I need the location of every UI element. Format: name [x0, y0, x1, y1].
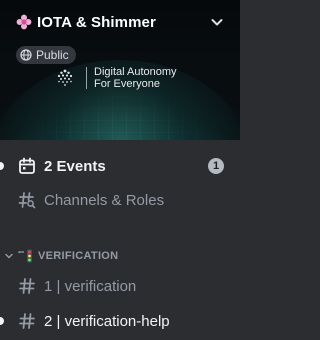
server-banner[interactable]: IOTA & Shimmer Public Digital Autonomy F… [0, 0, 240, 140]
tagline-line-1: Digital Autonomy [94, 66, 177, 78]
server-name: IOTA & Shimmer [37, 13, 156, 31]
events-label: 2 Events [44, 157, 106, 175]
channel-verification[interactable]: 1 | verification [8, 270, 232, 302]
globe-icon [20, 49, 32, 61]
iota-logo-icon [57, 69, 73, 86]
server-header[interactable]: IOTA & Shimmer [0, 0, 240, 44]
category-verification[interactable]: VERIFICATION [4, 244, 234, 268]
tagline-line-2: For Everyone [94, 78, 161, 90]
tagline-divider [86, 67, 87, 89]
channel-label: 1 | verification [44, 277, 137, 295]
calendar-icon [19, 157, 35, 174]
category-label: VERIFICATION [38, 250, 119, 262]
hash-icon [19, 278, 35, 294]
hash-icon [19, 313, 35, 329]
unread-indicator [0, 317, 4, 325]
public-label: Public [36, 48, 69, 62]
chevron-down-icon[interactable] [210, 15, 224, 29]
server-flower-icon [16, 14, 32, 30]
public-badge[interactable]: Public [16, 46, 76, 64]
traffic-light-emoji-icon [18, 249, 32, 263]
unread-indicator [0, 162, 4, 170]
banner-tagline: Digital Autonomy For Everyone [94, 66, 177, 90]
channel-label: 2 | verification-help [44, 312, 170, 330]
events-item[interactable]: 2 Events 1 [0, 150, 232, 182]
channel-verification-help[interactable]: 2 | verification-help [0, 305, 232, 337]
chevron-down-icon [5, 253, 13, 259]
events-count-badge: 1 [208, 158, 224, 174]
channels-roles-label: Channels & Roles [44, 191, 165, 209]
channel-list: 2 Events 1 Channels & Roles VERIFICATION… [0, 140, 240, 340]
channels-roles-icon [18, 192, 36, 209]
channels-roles-item[interactable]: Channels & Roles [8, 184, 232, 216]
